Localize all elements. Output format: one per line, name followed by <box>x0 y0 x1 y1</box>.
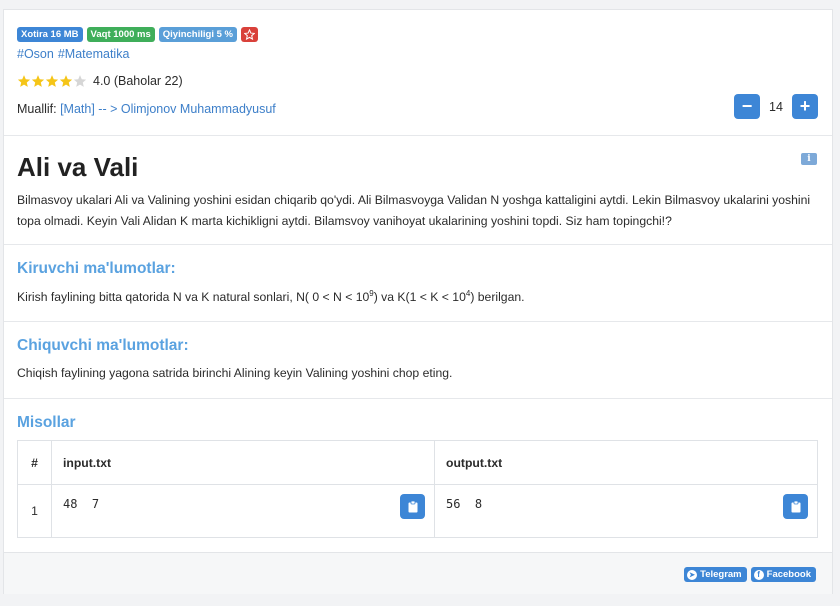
column-header: # <box>17 440 52 485</box>
stepper-value: 14 <box>769 99 783 114</box>
rating-stars[interactable] <box>17 74 87 88</box>
star-filled-icon[interactable] <box>17 74 31 88</box>
star-empty-icon[interactable] <box>73 74 87 88</box>
output-heading: Chiquvchi ma'lumotlar: <box>17 337 189 354</box>
example-input: 48 7 <box>63 497 100 511</box>
rating-text: 4.0 (Baholar 22) <box>93 74 183 88</box>
rating: 4.0 (Baholar 22) <box>17 74 183 88</box>
clipboard-icon <box>408 500 417 512</box>
input-text: Kirish faylining bitta qatorida N va K n… <box>17 289 525 305</box>
example-output: 56 8 <box>446 497 483 511</box>
star-filled-icon[interactable] <box>59 74 73 88</box>
copy-output-button[interactable] <box>783 494 808 519</box>
examples-section: Misollar # input.txt output.txt 1 48 7 5… <box>4 399 832 552</box>
card-footer: ➤ Telegram f Facebook <box>4 552 832 594</box>
copy-input-button[interactable] <box>400 494 425 519</box>
star-filled-icon[interactable] <box>45 74 59 88</box>
problem-card: Xotira 16 MB Vaqt 1000 ms Qiyinchiligi 5… <box>3 9 833 594</box>
example-output-cell: 56 8 <box>434 484 818 538</box>
decrement-button[interactable]: − <box>734 94 760 119</box>
output-section: Chiquvchi ma'lumotlar: Chiqish faylining… <box>4 322 832 399</box>
facebook-share-button[interactable]: f Facebook <box>750 567 816 582</box>
vote-stepper: − 14 + <box>734 94 818 119</box>
memory-badge: Xotira 16 MB <box>17 27 83 42</box>
difficulty-badge: Qiyinchiligi 5 % <box>158 27 237 42</box>
example-input-cell: 48 7 <box>51 484 435 538</box>
statement-text: Bilmasvoy ukalari Ali va Valining yoshin… <box>17 193 811 228</box>
examples-heading: Misollar <box>17 414 76 431</box>
time-badge: Vaqt 1000 ms <box>86 27 155 42</box>
examples-table: # input.txt output.txt 1 48 7 56 8 <box>17 440 818 538</box>
facebook-icon: f <box>753 569 764 580</box>
problem-meta: Xotira 16 MB Vaqt 1000 ms Qiyinchiligi 5… <box>4 10 832 136</box>
clipboard-icon <box>791 500 800 512</box>
table-header-row: # input.txt output.txt <box>17 440 818 485</box>
output-text: Chiqish faylining yagona satrida birinch… <box>17 366 453 380</box>
author: Muallif: [Math] -- > Olimjonov Muhammady… <box>17 102 276 116</box>
author-label: Muallif: <box>17 102 57 116</box>
star-filled-icon[interactable] <box>31 74 45 88</box>
row-number: 1 <box>17 484 52 538</box>
telegram-share-button[interactable]: ➤ Telegram <box>684 567 747 582</box>
tag-link[interactable]: #Oson <box>17 47 54 61</box>
input-section: Kiruvchi ma'lumotlar: Kirish faylining b… <box>4 245 832 322</box>
info-icon[interactable]: i <box>801 153 817 165</box>
problem-title: Ali va Vali <box>17 152 139 182</box>
share-buttons: ➤ Telegram f Facebook <box>684 567 816 582</box>
facebook-label: Facebook <box>766 569 811 580</box>
tag-list: #Oson #Matematika <box>17 47 133 61</box>
input-heading: Kiruvchi ma'lumotlar: <box>17 260 176 277</box>
column-header: output.txt <box>434 440 818 485</box>
favorite-button[interactable] <box>240 27 258 42</box>
author-link[interactable]: [Math] -- > Olimjonov Muhammadyusuf <box>60 102 276 116</box>
tag-link[interactable]: #Matematika <box>58 47 130 61</box>
badge-row: Xotira 16 MB Vaqt 1000 ms Qiyinchiligi 5… <box>17 27 258 42</box>
table-row: 1 48 7 56 8 <box>17 484 818 538</box>
problem-statement: Ali va Vali i Bilmasvoy ukalari Ali va V… <box>4 136 832 245</box>
telegram-label: Telegram <box>700 569 742 580</box>
increment-button[interactable]: + <box>792 94 818 119</box>
column-header: input.txt <box>51 440 435 485</box>
telegram-icon: ➤ <box>687 569 698 580</box>
star-outline-icon <box>243 29 255 40</box>
